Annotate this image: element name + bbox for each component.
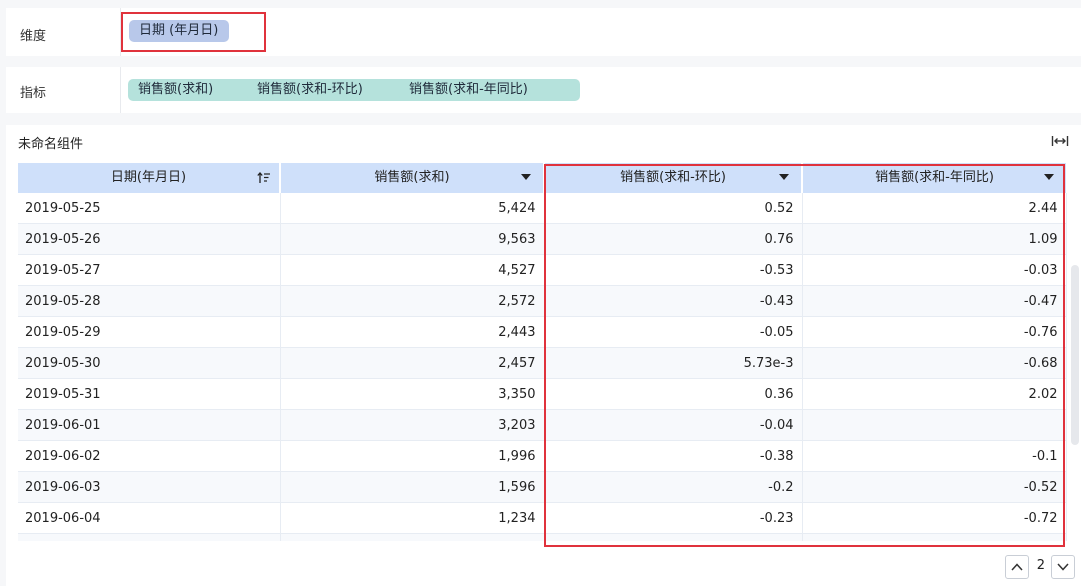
cell-sales-sum: 4,527 [280,254,545,286]
table-row[interactable]: 2019-05-27 4,527 -0.53 -0.03 [18,254,1067,286]
dimension-label: 维度 [20,29,47,44]
indicator-chip-sales-mom[interactable]: 销售额(求和-环比) [247,79,414,101]
cell-sales-sum: 3,350 [280,378,545,410]
table-widget: 未命名组件 日期(年月日) 销售额(求和) 销售额(求和-环比) 销售额(求和-… [6,125,1081,586]
cell-date: 2019-06-02 [18,440,281,472]
cell-sales-yoy: -0.47 [802,285,1067,317]
cell-sales-sum: 2,457 [280,347,545,379]
sort-ascending-icon[interactable] [257,171,271,185]
cell-sales-sum: 5,424 [280,193,545,224]
cell-sales-yoy: 2.44 [802,193,1067,224]
data-table: 日期(年月日) 销售额(求和) 销售额(求和-环比) 销售额(求和-年同比) 2… [18,163,1067,541]
table-row[interactable]: 2019-05-31 3,350 0.36 2.02 [18,378,1067,410]
cell-sales-mom: -0.04 [544,409,803,441]
cell-sales-mom: -0.23 [544,502,803,534]
table-row[interactable]: 2019-05-25 5,424 0.52 2.44 [18,193,1067,224]
table-row[interactable]: 2019-05-26 9,563 0.76 1.09 [18,223,1067,255]
cell-sales-sum: 2,572 [280,285,545,317]
cell-date: 2019-06-05 [18,533,281,541]
cell-date: 2019-06-04 [18,502,281,534]
cell-date: 2019-05-30 [18,347,281,379]
indicator-chip-sales-yoy[interactable]: 销售额(求和-年同比) [399,79,580,101]
cell-sales-mom: -0.38 [544,440,803,472]
table-row[interactable]: 2019-06-04 1,234 -0.23 -0.72 [18,502,1067,534]
table-row[interactable]: 2019-05-30 2,457 5.73e-3 -0.68 [18,347,1067,379]
cell-sales-mom: 2.7 [544,533,803,541]
indicator-panel: 指标 销售额(求和) 销售额(求和-环比) 销售额(求和-年同比) [6,67,1081,113]
indicator-chip-sales-sum[interactable]: 销售额(求和) [128,79,260,101]
cell-sales-mom: -0.05 [544,316,803,348]
caret-down-icon[interactable] [521,174,531,180]
cell-sales-mom: -0.2 [544,471,803,503]
column-header-sales-mom[interactable]: 销售额(求和-环比) [544,163,803,193]
indicator-label: 指标 [20,86,47,101]
column-header-label: 销售额(求和-环比) [620,170,726,185]
cell-date: 2019-05-29 [18,316,281,348]
cell-sales-mom: 0.52 [544,193,803,224]
cell-sales-yoy: -0.18 [802,533,1067,541]
cell-sales-yoy: -0.76 [802,316,1067,348]
cell-sales-mom: 5.73e-3 [544,347,803,379]
page-number: 2 [1036,558,1045,573]
pager: 2 [995,555,1075,579]
cell-date: 2019-05-28 [18,285,281,317]
cell-sales-sum: 1,996 [280,440,545,472]
cell-date: 2019-05-26 [18,223,281,255]
page-down-button[interactable] [1051,555,1075,579]
column-header-sales-sum[interactable]: 销售额(求和) [280,163,545,193]
cell-sales-yoy: -0.03 [802,254,1067,286]
dimension-divider [120,8,121,56]
table-body: 2019-05-25 5,424 0.52 2.44 2019-05-26 9,563 0.… [18,193,1067,541]
table-row[interactable]: 2019-06-01 3,203 -0.04 [18,409,1067,441]
chevron-down-icon [1057,563,1069,571]
dimension-chip-date[interactable]: 日期 (年月日) [129,20,229,42]
table-row[interactable]: 2019-06-02 1,996 -0.38 -0.1 [18,440,1067,472]
cell-sales-sum: 3,203 [280,409,545,441]
cell-sales-sum: 1,596 [280,471,545,503]
cell-sales-yoy: -0.68 [802,347,1067,379]
chevron-up-icon [1011,563,1023,571]
column-header-label: 日期(年月日) [110,170,187,185]
table-row[interactable]: 2019-06-054,5672.7-0.18 [18,533,1067,541]
cell-sales-yoy: 2.02 [802,378,1067,410]
column-header-label: 销售额(求和-年同比) [875,170,994,185]
cell-sales-mom: 0.36 [544,378,803,410]
page-up-button[interactable] [1005,555,1029,579]
table-row[interactable]: 2019-05-28 2,572 -0.43 -0.47 [18,285,1067,317]
cell-date: 2019-06-03 [18,471,281,503]
cell-sales-mom: -0.53 [544,254,803,286]
cell-date: 2019-06-01 [18,409,281,441]
column-header-sales-yoy[interactable]: 销售额(求和-年同比) [802,163,1066,193]
column-header-label: 销售额(求和) [374,170,450,185]
cell-sales-yoy: -0.72 [802,502,1067,534]
table-row[interactable]: 2019-06-03 1,596 -0.2 -0.52 [18,471,1067,503]
cell-sales-sum: 1,234 [280,502,545,534]
cell-sales-mom: -0.43 [544,285,803,317]
table-viewport[interactable]: 日期(年月日) 销售额(求和) 销售额(求和-环比) 销售额(求和-年同比) 2… [6,125,1081,541]
dimension-panel: 维度 日期 (年月日) [6,8,1081,56]
cell-date: 2019-05-31 [18,378,281,410]
cell-sales-yoy [802,409,1067,441]
cell-date: 2019-05-27 [18,254,281,286]
indicator-divider [120,67,121,113]
cell-sales-yoy: 1.09 [802,223,1067,255]
cell-date: 2019-05-25 [18,193,281,224]
table-row[interactable]: 2019-05-29 2,443 -0.05 -0.76 [18,316,1067,348]
table-header-row: 日期(年月日) 销售额(求和) 销售额(求和-环比) 销售额(求和-年同比) [18,163,1066,193]
caret-down-icon[interactable] [1044,174,1054,180]
cell-sales-sum: 4,567 [280,533,545,541]
cell-sales-mom: 0.76 [544,223,803,255]
cell-sales-yoy: -0.1 [802,440,1067,472]
vertical-scrollbar[interactable] [1071,265,1079,445]
caret-down-icon[interactable] [779,174,789,180]
cell-sales-sum: 9,563 [280,223,545,255]
column-header-date[interactable]: 日期(年月日) [18,163,281,193]
cell-sales-sum: 2,443 [280,316,545,348]
cell-sales-yoy: -0.52 [802,471,1067,503]
